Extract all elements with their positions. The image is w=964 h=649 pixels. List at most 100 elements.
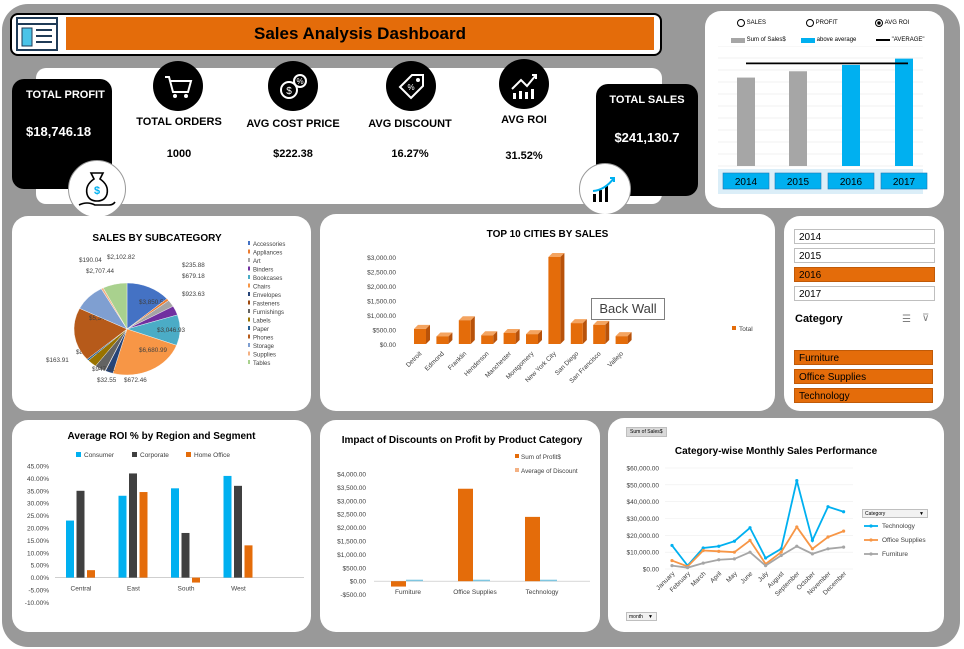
roi-legend-label: Consumer: [84, 452, 115, 459]
category-slicer-item[interactable]: Furniture: [794, 350, 933, 365]
roi-bar: [234, 485, 242, 578]
pie-legend-label: Envelopes: [253, 293, 281, 299]
roi-legend-swatch: [76, 452, 81, 457]
monthly-ytick-label: $40,000.00: [626, 499, 659, 506]
discount-legend-label: Sum of Profit$: [521, 454, 561, 461]
roi-bar: [118, 495, 127, 578]
roi-bar: [87, 570, 95, 578]
monthly-xtick-label: June: [739, 570, 754, 585]
year-slicer-item[interactable]: 2014: [794, 229, 935, 244]
year-bar: [895, 58, 913, 166]
city-label: Edmond: [424, 350, 446, 372]
pie-legend-label: Fasteners: [253, 302, 280, 308]
monthly-xtick-label: March: [690, 570, 708, 588]
monthly-point: [764, 556, 768, 560]
pie-legend-swatch: [248, 351, 250, 356]
monthly-point: [732, 557, 736, 561]
roi-category-label: West: [231, 586, 246, 593]
roi-ytick-label: -5.00%: [28, 588, 49, 595]
pie-data-label: $235.88: [182, 262, 205, 269]
kpi-total-profit-value: $18,746.18: [26, 124, 92, 139]
year-legend-above-label: above average: [816, 37, 857, 43]
pie-data-label: $679.18: [182, 273, 205, 280]
monthly-ytick-label: $20,000.00: [626, 533, 659, 540]
monthly-point: [779, 550, 783, 554]
monthly-ytick-label: $50,000.00: [626, 482, 659, 489]
pie-legend-label: Tables: [253, 361, 270, 367]
roi-bar: [223, 475, 232, 578]
legend-swatch: [731, 37, 745, 43]
year-slicer-item[interactable]: 2017: [794, 286, 935, 301]
option-avg-roi[interactable]: AVG ROI: [875, 19, 909, 27]
option-profit[interactable]: PROFIT: [806, 19, 838, 27]
sales-growth-icon: [579, 163, 631, 215]
pie-legend-label: Phones: [253, 336, 273, 342]
year-slicer-item[interactable]: 2015: [794, 248, 935, 263]
radio-sales-icon[interactable]: [737, 19, 745, 27]
cities-ytick-label: $3,000.00: [367, 255, 396, 262]
kpi-avg-cost-price-value: $222.38: [273, 148, 313, 160]
pie-legend-swatch: [248, 292, 250, 296]
year-bar-chart: 2014 2015 2016 2017: [718, 46, 928, 194]
pie-legend-label: Appliances: [253, 251, 282, 257]
roi-bar: [181, 532, 190, 578]
pie-data-label: $672.46: [124, 377, 147, 384]
monthly-legend-label: Office Supplies: [882, 537, 926, 544]
roi-bar: [66, 520, 74, 578]
option-profit-label: PROFIT: [815, 20, 838, 26]
city-bar: [526, 334, 538, 344]
pie-legend-swatch: [248, 275, 250, 279]
profit-bar: [525, 516, 540, 582]
roi-legend-swatch: [186, 452, 191, 457]
roi-legend-label: Home Office: [194, 452, 230, 459]
monthly-axis-button[interactable]: month ▼: [626, 612, 657, 621]
city-bar-side: [560, 253, 565, 344]
city-label: Vallejo: [607, 350, 626, 369]
monthly-point: [826, 535, 830, 539]
kpi-avg-cost-price-label: AVG COST PRICE: [246, 118, 340, 130]
back-wall-tooltip: Back Wall: [591, 298, 665, 320]
year-legend-sales: Sum of Sales$: [731, 37, 786, 44]
kpi-total-sales-label: TOTAL SALES: [609, 94, 685, 106]
roi-legend-label: Corporate: [140, 452, 169, 459]
kpi-avg-discount-label: AVG DISCOUNT: [368, 118, 452, 130]
svg-text:%: %: [296, 77, 303, 86]
discount-category-label: Technology: [526, 589, 560, 596]
monthly-point: [795, 479, 799, 483]
roi-bar: [192, 577, 200, 583]
discount-legend-label: Average of Discount: [521, 468, 578, 475]
option-sales-label: SALES: [746, 20, 767, 26]
monthly-legend-title: Category: [865, 511, 886, 517]
category-slicer-item[interactable]: Office Supplies: [794, 369, 933, 384]
monthly-point: [717, 544, 721, 548]
radio-profit-icon[interactable]: [806, 19, 814, 27]
clear-filter-icon[interactable]: ⊽: [922, 313, 929, 324]
year-legend-sales-label: Sum of Sales$: [746, 37, 786, 43]
pie-legend-swatch: [248, 266, 250, 271]
monthly-point: [779, 553, 783, 558]
monthly-point: [670, 543, 674, 548]
year-axis-label: 2017: [893, 177, 916, 188]
year-legend-average-label: "AVERAGE": [891, 37, 925, 43]
discount-tag-icon: %: [386, 61, 436, 111]
pie-legend-swatch: [248, 300, 250, 305]
monthly-point: [748, 550, 752, 554]
city-bar: [481, 335, 494, 344]
pie-legend-swatch: [248, 283, 250, 288]
monthly-point: [670, 564, 674, 568]
pie-legend-label: Bookcases: [253, 276, 282, 282]
option-sales[interactable]: SALES: [737, 19, 766, 27]
pie-data-label: $3,046.93: [157, 327, 186, 334]
monthly-legend-filter[interactable]: Category ▼: [862, 509, 928, 518]
monthly-series-line: [671, 525, 844, 568]
roi-category-label: Central: [71, 586, 93, 593]
radio-avg-roi-icon[interactable]: [875, 19, 883, 27]
category-slicer-item[interactable]: Technology: [794, 388, 933, 403]
legend-swatch: [801, 37, 815, 43]
pie-data-label: $2,707.44: [86, 268, 115, 275]
year-slicer-item[interactable]: 2016: [794, 267, 935, 282]
multi-select-icon[interactable]: ☰: [902, 314, 911, 325]
discount-ytick-label: $1,500.00: [337, 539, 366, 546]
profit-bar: [391, 581, 406, 587]
discount-legend-swatch: [515, 454, 519, 458]
